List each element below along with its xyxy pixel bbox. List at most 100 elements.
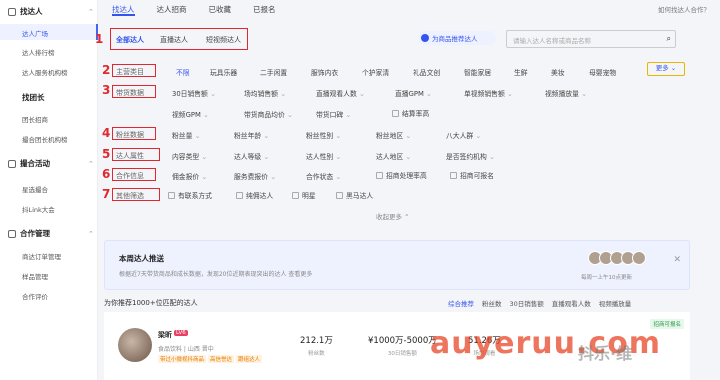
dropdown-service-fee[interactable]: 服务费报价	[234, 171, 276, 181]
chevron-up-icon: ⌃	[88, 159, 94, 168]
dropdown-reputation[interactable]: 带货口碑	[316, 109, 351, 119]
dropdown-signed-agency[interactable]: 是否签约机构	[446, 151, 495, 161]
sidebar-item-agency-ranking[interactable]: 达人服务机构榜	[22, 67, 68, 77]
checkbox-label: 明星	[302, 192, 316, 200]
dropdown-coop-status[interactable]: 合作状态	[306, 171, 341, 181]
category-chip[interactable]: 个护家清	[362, 67, 389, 77]
sidebar-group-cooperation[interactable]: 合作管理 ⌃	[8, 228, 94, 239]
collapse-more-link[interactable]: 收起更多 ⌃	[376, 211, 410, 221]
checkbox-recruit-open[interactable]: 招商可报名	[450, 170, 494, 180]
checkbox-box	[450, 171, 457, 179]
search-input[interactable]: 请输入达人名称或商品名称 ⌕	[506, 30, 676, 48]
metric-label: 粉丝数	[308, 351, 325, 357]
sort-bar: 综合推荐 粉丝数 30日销售额 直播观看人数 视频播放量	[448, 298, 631, 308]
creator-category: 食品饮料 | 山西 晋中	[158, 346, 214, 353]
dropdown-creator-level[interactable]: 达人等级	[234, 151, 269, 161]
watermark-secondary: 抖乐·维	[578, 344, 633, 363]
close-icon[interactable]: ✕	[673, 255, 681, 265]
dropdown-fan-count[interactable]: 粉丝量	[172, 130, 200, 140]
sidebar-item-star-match[interactable]: 星选撮合	[22, 184, 48, 194]
dropdown-video-gpm[interactable]: 视频GPM	[172, 109, 209, 119]
chevron-up-icon: ⌃	[88, 7, 94, 16]
category-chip[interactable]: 玩具乐器	[210, 67, 237, 77]
checkbox-dark-horse[interactable]: 黑马达人	[336, 190, 373, 200]
promo-caption: 每周一上午10点更新	[581, 275, 632, 281]
category-chip[interactable]: 美妆	[551, 67, 565, 77]
annotation-number: 3	[102, 83, 111, 97]
results-count: 为你推荐1000+位匹配的达人	[104, 299, 198, 307]
annotation-number: 5	[102, 147, 111, 161]
mode-tab-live[interactable]: 直播达人	[160, 35, 188, 45]
search-icon[interactable]: ⌕	[667, 34, 671, 44]
checkbox-settlement-rate[interactable]: 结算率高	[392, 108, 429, 118]
dropdown-content-type[interactable]: 内容类型	[172, 151, 207, 161]
sidebar-group-label: 撮合活动	[20, 159, 50, 168]
dropdown-video-plays[interactable]: 视频播放量	[545, 88, 587, 98]
metric-label: 30日销售额	[387, 351, 417, 357]
dropdown-fan-age[interactable]: 粉丝年龄	[234, 130, 269, 140]
tab-find-creators[interactable]: 找达人	[112, 0, 135, 16]
sidebar-item-leader-recruit[interactable]: 团长招商	[22, 114, 48, 124]
avatar[interactable]	[118, 328, 152, 362]
checkbox-recruit-rate[interactable]: 招商处理率高	[376, 170, 427, 180]
mode-tab-all[interactable]: 全部达人	[116, 35, 144, 45]
sort-video-plays[interactable]: 视频播放量	[599, 298, 632, 308]
checkbox-box	[336, 191, 343, 199]
category-chip[interactable]: 不限	[176, 67, 190, 77]
dropdown-live-viewers[interactable]: 直播观看人数	[316, 88, 365, 98]
dropdown-avg-price[interactable]: 带货商品均价	[244, 109, 293, 119]
help-link[interactable]: 如何找达人合作？	[658, 4, 710, 14]
category-chip[interactable]: 服饰内衣	[311, 67, 338, 77]
sidebar-group-find-creators[interactable]: 找达人 ⌃	[8, 6, 94, 17]
dropdown-avg-sales[interactable]: 场均销售额	[244, 88, 286, 98]
category-chip[interactable]: 母婴宠物	[589, 67, 616, 77]
filter-label-other: 其他筛选	[116, 192, 144, 200]
mode-tab-video[interactable]: 短视频达人	[206, 35, 241, 45]
sidebar-item-orders[interactable]: 商达订单管理	[22, 251, 61, 261]
dropdown-fan-region[interactable]: 粉丝地区	[376, 130, 411, 140]
sort-live-viewers[interactable]: 直播观看人数	[552, 298, 591, 308]
filter-label-sales: 带货数据	[116, 89, 144, 97]
sidebar-group-find-leaders[interactable]: 找团长	[22, 92, 45, 103]
sidebar-item-link-conference[interactable]: 抖Link大会	[22, 204, 55, 214]
recommend-for-product-button[interactable]: 为商品推荐达人	[418, 31, 496, 45]
sidebar-group-label: 找团长	[22, 93, 45, 102]
more-label: 更多	[655, 64, 669, 72]
category-chip[interactable]: 生鲜	[514, 67, 528, 77]
sidebar-item-samples[interactable]: 样品管理	[22, 271, 48, 281]
sort-fans[interactable]: 粉丝数	[482, 298, 502, 308]
dropdown-commission[interactable]: 佣金报价	[172, 171, 207, 181]
tab-registered[interactable]: 已报名	[253, 0, 276, 16]
checkbox-box	[236, 191, 243, 199]
dropdown-eight-groups[interactable]: 八大人群	[446, 130, 481, 140]
sidebar-item-creator-square[interactable]: 达人广场	[22, 28, 48, 38]
sidebar-item-leader-agency[interactable]: 撮合团长机构榜	[22, 134, 68, 144]
recommend-label: 为商品推荐达人	[432, 35, 478, 43]
creator-name[interactable]: 梁昕	[158, 330, 172, 340]
promo-subtitle[interactable]: 根据近7天带货商品和成长数据，发现20位近期表现突出的达人 查看更多	[119, 269, 312, 278]
checkbox-label: 纯佣达人	[246, 192, 274, 200]
recommend-icon	[421, 34, 429, 42]
dropdown-30d-sales[interactable]: 30日销售额	[172, 88, 216, 98]
checkbox-celebrity[interactable]: 明星	[292, 190, 316, 200]
dropdown-creator-gender[interactable]: 达人性别	[306, 151, 341, 161]
dropdown-video-sales[interactable]: 单视频销售额	[464, 88, 513, 98]
tab-favorites[interactable]: 已收藏	[209, 0, 232, 16]
tab-creator-recruit[interactable]: 达人招商	[157, 0, 187, 16]
category-chip[interactable]: 智能家居	[464, 67, 491, 77]
checkbox-pure-commission[interactable]: 纯佣达人	[236, 190, 273, 200]
checkbox-has-contact[interactable]: 有联系方式	[168, 190, 212, 200]
dropdown-creator-region[interactable]: 达人地区	[376, 151, 411, 161]
category-chip[interactable]: 礼品文创	[413, 67, 440, 77]
category-chip[interactable]: 二手闲置	[260, 67, 287, 77]
annotation-number: 7	[102, 187, 111, 201]
sidebar-item-creator-ranking[interactable]: 达人排行榜	[22, 47, 55, 57]
sidebar-item-reviews[interactable]: 合作评价	[22, 291, 48, 301]
more-categories-button[interactable]: 更多 ⌄	[647, 62, 685, 76]
sort-30d-sales[interactable]: 30日销售额	[510, 298, 544, 308]
sidebar-active-highlight	[0, 24, 98, 40]
dropdown-fan-gender[interactable]: 粉丝性别	[306, 130, 341, 140]
sidebar-group-matching[interactable]: 撮合活动 ⌃	[8, 158, 94, 169]
dropdown-live-gpm[interactable]: 直播GPM	[395, 88, 432, 98]
sort-comprehensive[interactable]: 综合推荐	[448, 298, 474, 308]
